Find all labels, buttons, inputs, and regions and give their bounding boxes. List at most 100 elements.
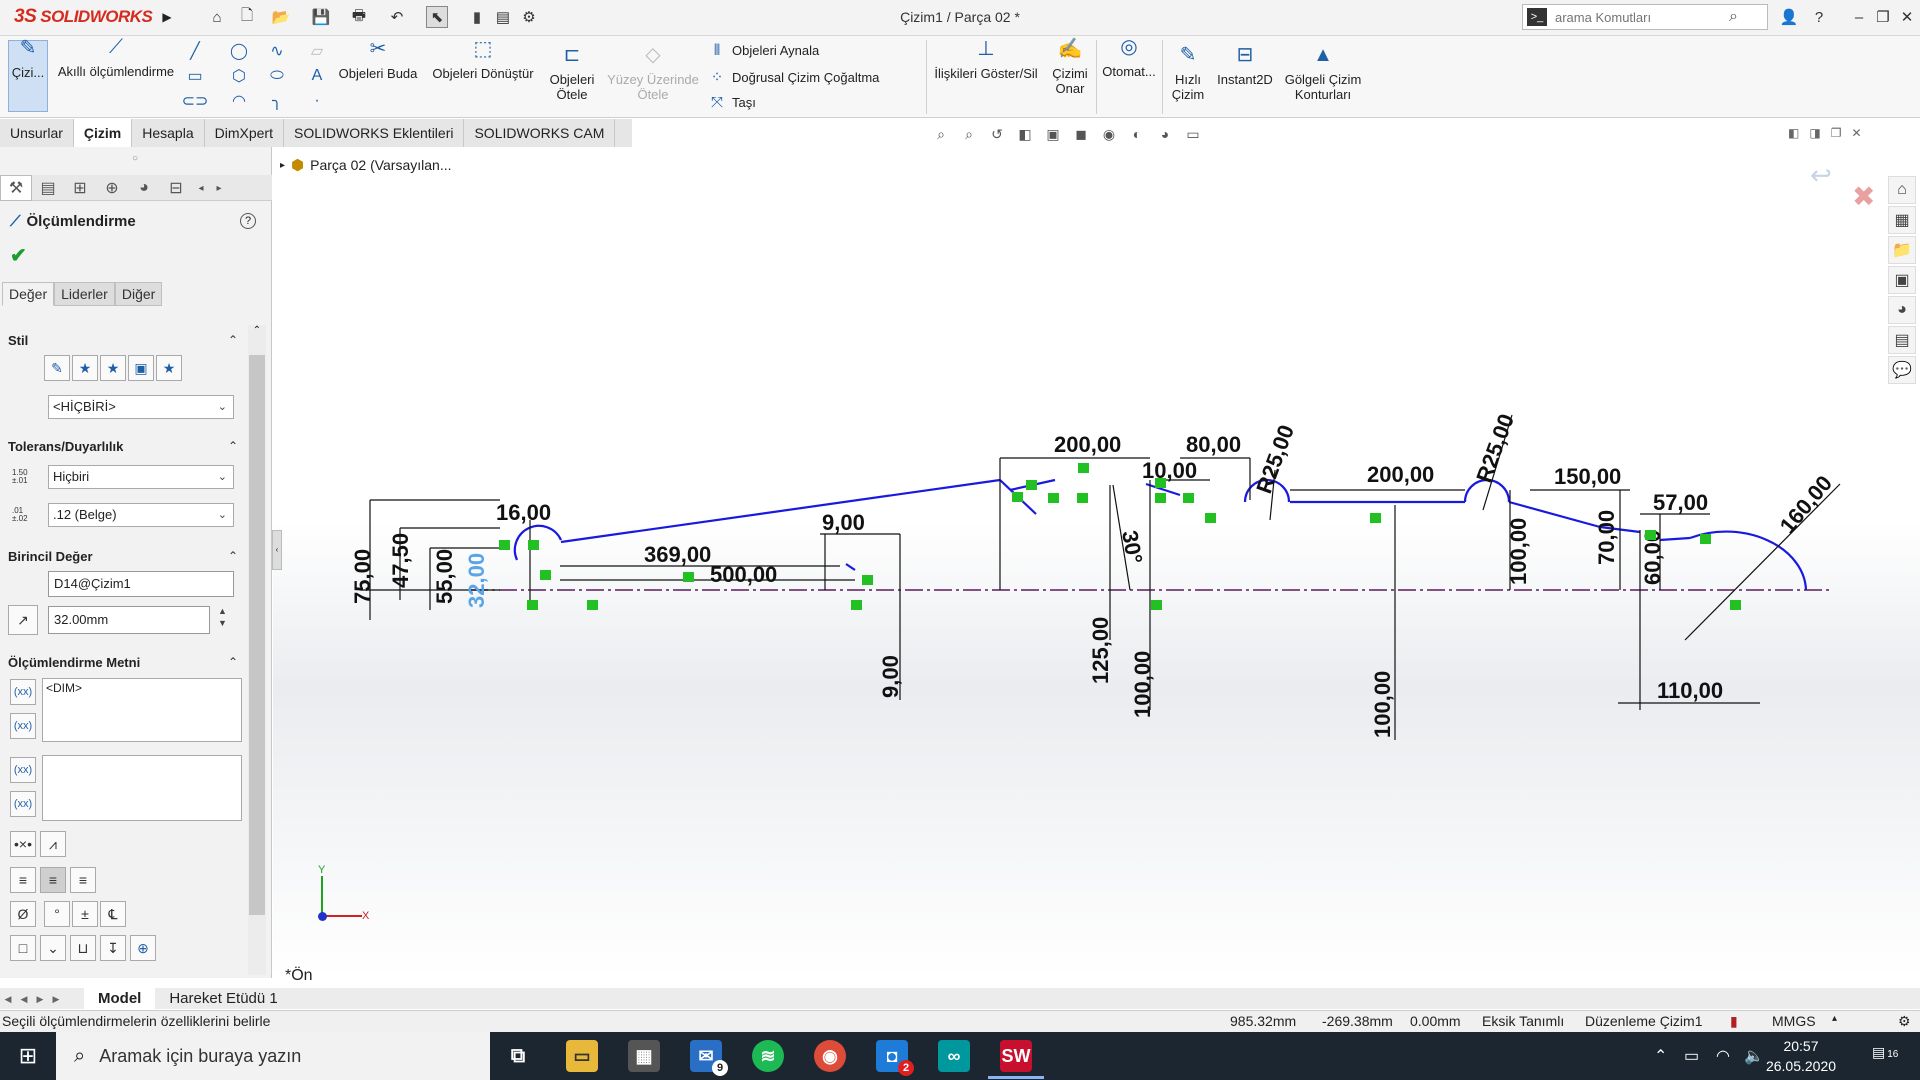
scroll-thumb[interactable] xyxy=(249,355,265,915)
countersink-symbol-icon[interactable]: ⌄ xyxy=(40,935,66,961)
degree-symbol-button[interactable]: ° xyxy=(44,901,70,927)
more-symbols-icon[interactable]: ⊕ xyxy=(130,935,156,961)
taskbar-search[interactable]: ⌕ Aramak için buraya yazın xyxy=(56,1032,490,1080)
auto-button[interactable]: ◎ Otomat... xyxy=(1098,37,1160,79)
display-delete-relations-button[interactable]: ⊥ İlişkileri Göster/Sil xyxy=(930,39,1042,81)
tab-model[interactable]: Model xyxy=(84,988,156,1009)
tab-sketch[interactable]: Çizim xyxy=(73,119,133,147)
search-input[interactable] xyxy=(1555,9,1725,25)
windows-start-icon[interactable]: ⊞ xyxy=(0,1032,56,1080)
options-gear-icon[interactable]: ⚙ xyxy=(518,6,540,28)
smart-dimension-button[interactable]: ⟋ Akıllı ölçümlendirme xyxy=(52,37,180,79)
search-icon[interactable]: ⌕ xyxy=(1729,8,1738,26)
text-tool-icon[interactable]: A xyxy=(306,65,328,87)
file-explorer-icon[interactable]: 📁 xyxy=(1888,236,1916,264)
rapid-sketch-button[interactable]: ✎ Hızlı Çizim xyxy=(1166,45,1210,102)
traffic-light-icon[interactable]: ▮ xyxy=(466,6,488,28)
zoom-to-fit-icon[interactable]: ⌕ xyxy=(930,124,952,144)
line-tool-icon[interactable]: ╱ xyxy=(184,40,206,62)
display-manager-icon[interactable]: ◕ xyxy=(128,175,160,201)
diameter-symbol-button[interactable]: Ø xyxy=(10,901,36,927)
tray-expand-icon[interactable]: ⌃ xyxy=(1654,1046,1667,1066)
tabs-right-icon[interactable]: ▸ xyxy=(210,175,228,201)
plane-tool-icon[interactable]: ▱ xyxy=(306,40,328,62)
undo-icon[interactable]: ↶ xyxy=(386,6,408,28)
offset-on-surface-button[interactable]: ◇ Yüzey Üzerinde Ötele xyxy=(604,45,702,102)
feature-manager-icon[interactable]: ⚒ xyxy=(0,175,32,201)
dim-text-add-icon[interactable]: (xx) xyxy=(10,679,36,705)
menu-expand-icon[interactable]: ▶ xyxy=(156,6,178,28)
print-icon[interactable]: 🖶 xyxy=(348,6,370,28)
fillet-tool-icon[interactable]: ╮ xyxy=(266,90,288,112)
dim-text-top-area[interactable]: <DIM> xyxy=(42,678,242,742)
align-left-icon[interactable]: ≡ xyxy=(10,867,36,893)
edit-appearance-icon[interactable]: ◐ xyxy=(1126,124,1148,144)
display-style-icon[interactable]: ◼ xyxy=(1070,124,1092,144)
precision-select[interactable]: .12 (Belge) ⌄ xyxy=(48,503,234,527)
solidworks-taskbar-icon[interactable]: SW xyxy=(1000,1040,1032,1072)
battery-icon[interactable]: ▭ xyxy=(1684,1046,1699,1066)
save-icon[interactable]: 💾 xyxy=(310,6,332,28)
centerline-symbol-button[interactable]: ℄ xyxy=(100,901,126,927)
viewport-close-icon[interactable]: ✕ xyxy=(1851,126,1861,140)
trim-entities-button[interactable]: ✂ Objeleri Buda xyxy=(334,39,422,81)
align-right-icon[interactable]: ≡ xyxy=(70,867,96,893)
home-icon[interactable]: ⌂ xyxy=(206,6,228,28)
unit-system[interactable]: MMGS xyxy=(1772,1013,1816,1029)
last-tab-icon[interactable]: ▶ xyxy=(48,991,64,1007)
spline-tool-icon[interactable]: ∿ xyxy=(266,40,288,62)
delete-style-icon[interactable]: ★ xyxy=(100,355,126,381)
dim-text-add-bottom-icon[interactable]: (xx) xyxy=(10,757,36,783)
design-library-icon[interactable]: ▦ xyxy=(1888,206,1916,234)
subtab-value[interactable]: Değer xyxy=(2,282,55,306)
dim-text-remove-icon[interactable]: (xx) xyxy=(10,713,36,739)
slot-tool-icon[interactable]: ⊂⊃ xyxy=(182,90,209,112)
mail-icon[interactable]: ✉ 9 xyxy=(690,1040,728,1076)
minimize-icon[interactable]: – xyxy=(1848,6,1870,28)
tab-motion-study[interactable]: Hareket Etüdü 1 xyxy=(155,988,291,1009)
offset-entities-button[interactable]: ⊏ Objeleri Ötele xyxy=(544,45,600,102)
zoom-area-icon[interactable]: ⌕ xyxy=(958,124,980,144)
panel-grip[interactable]: ○ xyxy=(132,153,138,164)
apply-style-icon[interactable]: ✎ xyxy=(44,355,70,381)
spotify-icon[interactable]: ≋ xyxy=(752,1040,784,1072)
linear-pattern-button[interactable]: ⁘ Doğrusal Çizim Çoğaltma xyxy=(708,68,880,86)
style-select[interactable]: <HİÇBİRİ> ⌄ xyxy=(48,395,234,419)
dim-text-bottom-area[interactable] xyxy=(42,755,242,821)
solidworks-logo[interactable]: 3S SOLIDWORKS xyxy=(14,6,153,28)
arduino-icon[interactable]: ∞ xyxy=(938,1040,970,1072)
tile-right-icon[interactable]: ◨ xyxy=(1809,126,1820,140)
dimension-name-field[interactable]: D14@Çizim1 xyxy=(48,571,234,597)
move-entities-button[interactable]: ⤧ Taşı xyxy=(708,94,756,111)
restore-icon[interactable]: ❐ xyxy=(1872,6,1894,28)
wifi-icon[interactable]: ◠ xyxy=(1716,1046,1730,1066)
tolerance-type-select[interactable]: Hiçbiri ⌄ xyxy=(48,465,234,489)
solidworks-resources-icon[interactable]: ⌂ xyxy=(1888,176,1916,204)
rebuild-light-icon[interactable]: ▮ xyxy=(1730,1013,1738,1030)
store-icon[interactable]: ▦ xyxy=(628,1040,660,1072)
forum-icon[interactable]: 💬 xyxy=(1888,356,1916,384)
messaging-app-icon[interactable]: ◘ 2 xyxy=(876,1040,914,1076)
polygon-tool-icon[interactable]: ⬡ xyxy=(228,65,250,87)
counterbore-symbol-icon[interactable]: ⊔ xyxy=(70,935,96,961)
value-spinner[interactable]: ▲ ▼ xyxy=(218,605,227,629)
collapse-dimtext-icon[interactable]: ⌃ xyxy=(228,655,238,669)
collapse-primary-icon[interactable]: ⌃ xyxy=(228,549,238,563)
circle-tool-icon[interactable]: ◯ xyxy=(228,40,250,62)
previous-view-icon[interactable]: ↺ xyxy=(986,124,1008,144)
view-orientation-icon[interactable]: ▣ xyxy=(1042,124,1064,144)
dimension-value-field[interactable]: 32.00mm xyxy=(48,606,210,634)
appearances-icon[interactable]: ◕ xyxy=(1888,296,1916,324)
convert-entities-button[interactable]: ⬚ Objeleri Dönüştür xyxy=(426,39,540,81)
collapse-tolerance-icon[interactable]: ⌃ xyxy=(228,439,238,453)
collapse-style-icon[interactable]: ⌃ xyxy=(228,333,238,347)
chrome-icon[interactable]: ◉ xyxy=(814,1040,846,1072)
unit-up-icon[interactable]: ▴ xyxy=(1832,1013,1837,1024)
align-center-icon[interactable]: ≡ xyxy=(40,867,66,893)
first-tab-icon[interactable]: ◀ xyxy=(0,991,16,1007)
rectangle-tool-icon[interactable]: ▭ xyxy=(184,65,206,87)
scroll-up-icon[interactable]: ⌃ xyxy=(248,325,266,336)
sketch-drawing[interactable]: 16,00 75,00 47,50 55,00 32,00 369,00 500… xyxy=(273,147,1920,978)
split-arrows-icon[interactable]: •×• xyxy=(10,831,36,857)
file-properties-icon[interactable]: ▤ xyxy=(492,6,514,28)
